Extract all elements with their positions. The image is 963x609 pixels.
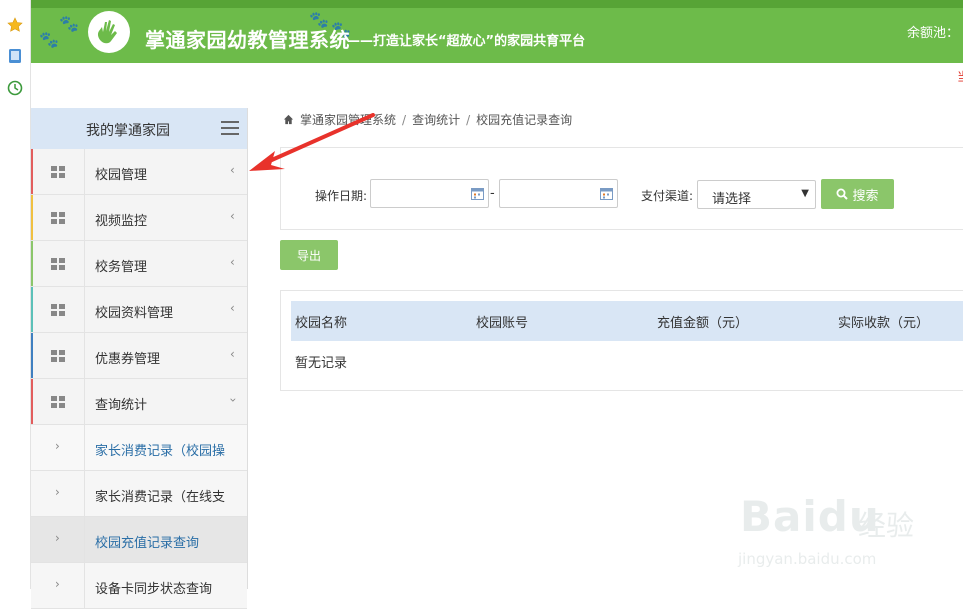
sidebar-item-label: 视频监控 [95, 214, 148, 229]
grid-icon [50, 303, 65, 316]
submenu-item-parent-consumption-online[interactable]: › 家长消费记录（在线支 [31, 471, 247, 517]
sidebar-item-query[interactable]: 查询统计 ‹ [31, 379, 247, 425]
date-label: 操作日期: [315, 189, 368, 203]
app-logo [88, 11, 130, 53]
sidebar-item-affairs[interactable]: 校务管理 ‹ [31, 241, 247, 287]
sidebar-item-resources[interactable]: 校园资料管理 ‹ [31, 287, 247, 333]
header-substrip [31, 63, 963, 109]
chevron-left-icon: ‹ [230, 209, 235, 223]
sidebar-item-label: 校务管理 [95, 260, 148, 275]
grid-icon [50, 211, 65, 224]
chevron-left-icon: ‹ [230, 301, 235, 315]
submenu-item-parent-consumption-campus[interactable]: › 家长消费记录（校园操 [31, 425, 247, 471]
column-header: 实际收款（元） [838, 316, 930, 331]
chevron-left-icon: ‹ [230, 347, 235, 361]
grid-icon [50, 349, 65, 362]
submenu-item-label: 家长消费记录（校园操 [95, 444, 226, 459]
calendar-icon[interactable] [600, 187, 613, 200]
sidebar-header: 我的掌通家园 [31, 108, 247, 149]
browser-sidebar [0, 0, 31, 589]
chevron-left-icon: ‹ [230, 163, 235, 177]
export-button[interactable]: 导出 [280, 240, 338, 270]
breadcrumb-item: 校园充值记录查询 [476, 113, 573, 127]
header-top-strip [31, 0, 963, 8]
channel-select[interactable]: 请选择 ▼ [697, 180, 816, 209]
channel-select-value: 请选择 [712, 192, 752, 207]
tablet-icon[interactable] [6, 47, 24, 65]
balance-label: 余额池： [907, 26, 960, 41]
start-date-input[interactable] [370, 179, 489, 208]
submenu-item-card-sync[interactable]: › 设备卡同步状态查询 [31, 563, 247, 609]
app-header: 🐾 🐾 🐾 🐾 掌通家园幼教管理系统 ——打造让家长“超放心”的家园共育平台 余… [31, 0, 963, 63]
sidebar-item-label: 优惠券管理 [95, 352, 161, 367]
grid-icon [50, 165, 65, 178]
sidebar-item-label: 查询统计 [95, 398, 148, 413]
paw-decoration-icon: 🐾 [59, 14, 79, 33]
grid-icon [50, 257, 65, 270]
table-header: 校园名称 校园账号 充值金额（元） 实际收款（元） [291, 301, 963, 341]
column-header: 校园名称 [295, 316, 348, 331]
sidebar-item-label: 校园资料管理 [95, 306, 174, 321]
submenu-item-label: 设备卡同步状态查询 [95, 582, 213, 597]
chevron-right-icon: › [55, 485, 60, 499]
star-icon[interactable] [6, 16, 24, 34]
submenu-item-recharge-records[interactable]: › 校园充值记录查询 [31, 517, 247, 563]
search-button[interactable]: 搜索 [821, 179, 894, 209]
sidebar-title: 我的掌通家园 [86, 123, 170, 139]
caret-down-icon: ▼ [801, 188, 809, 199]
sidebar-item-label: 校园管理 [95, 168, 148, 183]
table-row: 暂无记录 [291, 341, 963, 381]
end-date-input[interactable] [499, 179, 618, 208]
clock-icon[interactable] [6, 79, 24, 97]
annotation-arrow-icon [249, 113, 375, 171]
chevron-left-icon: ‹ [230, 255, 235, 269]
column-header: 校园账号 [476, 316, 529, 331]
empty-state-text: 暂无记录 [295, 356, 348, 371]
baidu-watermark: Baidu 经验 jingyan.baidu.com [730, 480, 950, 580]
watermark-text: 经验 [858, 509, 915, 542]
sidebar-item-campus[interactable]: 校园管理 ‹ [31, 149, 247, 195]
sidebar-item-video[interactable]: 视频监控 ‹ [31, 195, 247, 241]
breadcrumb-item[interactable]: 查询统计 [412, 111, 460, 128]
paw-decoration-icon: 🐾 [39, 30, 59, 49]
sidebar: 我的掌通家园 校园管理 ‹ 视频监控 ‹ 校务管理 ‹ 校园资料管理 ‹ 优惠券… [31, 108, 248, 609]
header-right-mark: 当 [957, 68, 963, 84]
chevron-right-icon: › [55, 531, 60, 545]
calendar-icon[interactable] [471, 187, 484, 200]
submenu-item-label: 校园充值记录查询 [95, 536, 200, 551]
sidebar-item-coupons[interactable]: 优惠券管理 ‹ [31, 333, 247, 379]
watermark-url: jingyan.baidu.com [738, 550, 877, 568]
grid-icon [50, 395, 65, 408]
search-icon [836, 188, 849, 200]
menu-toggle-icon[interactable] [221, 121, 239, 135]
app-title: 掌通家园幼教管理系统 [145, 28, 350, 52]
channel-label: 支付渠道: [641, 189, 694, 203]
app-slogan: ——打造让家长“超放心”的家园共育平台 [347, 34, 586, 49]
chevron-right-icon: › [55, 439, 60, 453]
submenu-item-label: 家长消费记录（在线支 [95, 490, 226, 505]
chevron-down-icon: ‹ [225, 397, 240, 403]
search-button-label: 搜索 [852, 188, 879, 204]
column-header: 充值金额（元） [657, 316, 749, 331]
date-separator: - [490, 186, 495, 201]
